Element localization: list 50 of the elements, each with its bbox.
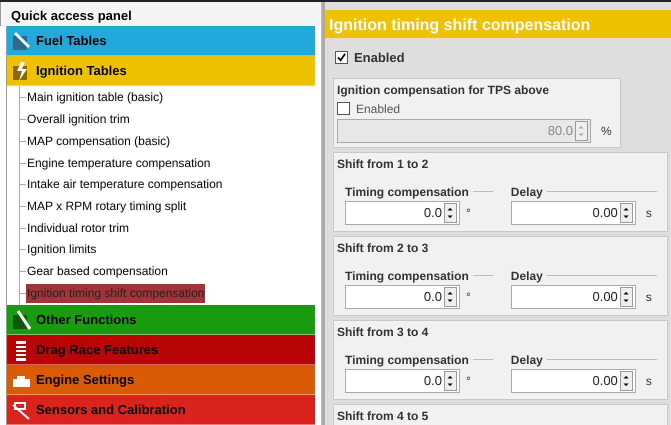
number-field[interactable]: 0.0 [345, 284, 460, 308]
tree-item[interactable]: Engine temperature compensation [26, 154, 212, 173]
field-label: Timing compensation [345, 352, 469, 368]
number-field[interactable]: 0.00 [510, 200, 636, 224]
field-label: Delay [510, 268, 543, 284]
tree-item[interactable]: MAP x RPM rotary timing split [26, 196, 188, 216]
unit-label: ° [466, 204, 471, 222]
panel-header: Ignition timing shift compensation [325, 10, 671, 38]
spinner-icon [444, 202, 457, 222]
tree-item[interactable]: Overall ignition trim [26, 110, 131, 130]
tree-item[interactable]: Intake air temperature compensation [26, 175, 224, 194]
tree-item[interactable]: Main ignition table (basic) [26, 88, 164, 108]
field-label: Delay [510, 352, 543, 368]
spinner-icon [620, 286, 633, 306]
unit-label: ° [466, 288, 471, 306]
panel-title: Quick access panel [0, 2, 321, 26]
group-title: Shift from 3 to 4 [337, 324, 430, 340]
group-title: Shift from 2 to 3 [337, 240, 430, 256]
checkbox-label: Enabled [354, 49, 405, 67]
unit-label: ° [466, 372, 471, 390]
tree-item[interactable]: Individual rotor trim [26, 218, 130, 238]
unit-label: s [646, 288, 652, 306]
category-header[interactable]: Fuel Tables [7, 26, 315, 56]
number-field[interactable]: 0.0 [345, 200, 460, 224]
spinner-icon [620, 370, 633, 390]
tree-item[interactable]: MAP compensation (basic) [26, 132, 172, 151]
unit-label: s [646, 372, 652, 390]
number-field[interactable]: 0.00 [510, 368, 636, 392]
tree-item[interactable]: Gear based compensation [26, 262, 169, 281]
field-label: Delay [510, 184, 543, 200]
spinner-icon [620, 202, 633, 222]
field-label: Timing compensation [345, 268, 469, 284]
group-title: Ignition compensation for TPS above [337, 82, 550, 98]
tree-item[interactable]: Ignition limits [26, 240, 98, 260]
category-header[interactable]: Engine Settings [7, 365, 315, 395]
category-header[interactable]: Sensors and Calibration [7, 395, 315, 425]
number-field[interactable]: 0.00 [510, 284, 636, 308]
checkbox[interactable] [335, 51, 348, 64]
category-header[interactable]: Other Functions [7, 305, 315, 335]
spinner-icon [575, 120, 588, 140]
number-field[interactable]: 0.0 [345, 368, 460, 392]
unit-label: s [646, 204, 652, 222]
spinner-icon [444, 370, 457, 390]
spinner-icon [444, 286, 457, 306]
group-title: Shift from 1 to 2 [337, 156, 430, 172]
group-title: Shift from 4 to 5 [337, 408, 430, 424]
unit-label: % [601, 122, 612, 140]
checkbox-label: Enabled [356, 100, 400, 118]
category-header[interactable]: Ignition Tables [7, 56, 315, 86]
field-label: Timing compensation [345, 184, 469, 200]
